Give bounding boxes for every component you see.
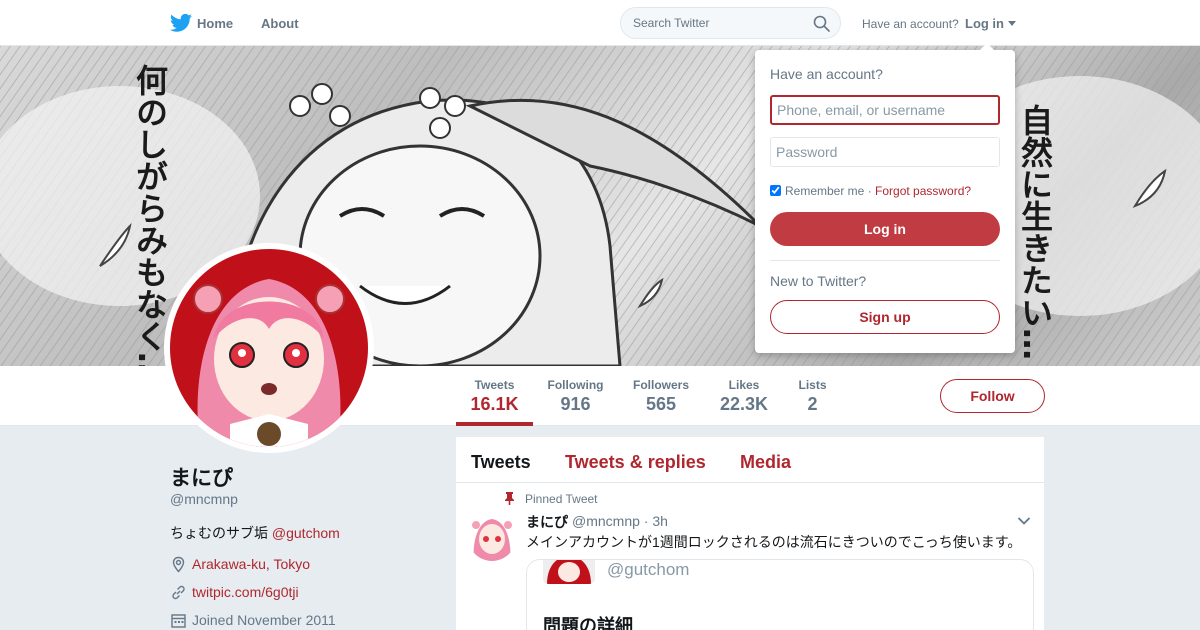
search-box[interactable] (620, 7, 841, 39)
stat-likes[interactable]: Likes 22.3K (714, 378, 774, 415)
quote-title: 問題の詳細 (543, 616, 633, 630)
forgot-password-link[interactable]: Forgot password? (875, 184, 971, 198)
login-heading: Have an account? (770, 66, 883, 82)
tweet-handle-time[interactable]: @mncmnp · 3h (572, 513, 668, 529)
stat-label: Likes (728, 378, 760, 392)
twitter-bird-icon[interactable] (170, 13, 192, 33)
login-dropdown: Have an account? Remember me · Forgot pa… (755, 43, 1015, 353)
tweet-text: メインアカウントが1週間ロックされるのは流石にきついのでこっち使います。 (526, 534, 1022, 550)
search-input[interactable] (633, 16, 803, 30)
caret-down-icon[interactable] (1008, 21, 1016, 26)
profile-handle[interactable]: @mncmnp (170, 491, 238, 507)
stat-label: Lists (798, 378, 827, 392)
nav-home-link[interactable]: Home (197, 16, 233, 31)
stat-tweets[interactable]: Tweets 16.1K (456, 378, 533, 415)
quoted-tweet-card[interactable]: @gutchom 問題の詳細 (526, 559, 1034, 630)
quote-thumbnail (543, 560, 595, 584)
remember-me-label[interactable]: Remember me (785, 184, 864, 198)
login-dropdown-toggle[interactable]: Log in (965, 16, 1004, 31)
signup-button[interactable]: Sign up (770, 300, 1000, 334)
tab-tweets-replies[interactable]: Tweets & replies (565, 452, 706, 473)
password-field[interactable] (770, 137, 1000, 167)
tweet-author-name[interactable]: まにぴ (526, 512, 568, 532)
remember-me-row: Remember me · Forgot password? (770, 184, 971, 198)
location-text[interactable]: Arakawa-ku, Tokyo (192, 556, 310, 572)
follow-button[interactable]: Follow (940, 379, 1045, 413)
calendar-icon (171, 614, 186, 628)
profile-avatar[interactable] (164, 243, 374, 453)
bio-text: ちょむのサブ垢 (170, 525, 272, 541)
new-to-twitter-text: New to Twitter? (770, 273, 867, 289)
avatar-artwork (170, 249, 368, 447)
website-link[interactable]: twitpic.com/6g0tji (192, 584, 299, 600)
tab-tweets[interactable]: Tweets (471, 452, 531, 473)
active-tab-underline (456, 422, 533, 426)
stat-value: 16.1K (470, 394, 519, 414)
quote-handle: @gutchom (607, 560, 690, 579)
location-pin-icon (172, 556, 185, 573)
stat-followers[interactable]: Followers 565 (628, 378, 694, 415)
profile-name[interactable]: まにぴ (170, 462, 233, 492)
stat-value: 2 (807, 394, 818, 414)
timeline-tabs: Tweets Tweets & replies Media (456, 437, 1044, 483)
header-left-text: 何のしがらみもなく… (131, 64, 169, 366)
link-icon (172, 585, 185, 600)
bio-mention-link[interactable]: @gutchom (272, 525, 340, 541)
stat-label: Following (547, 378, 604, 392)
profile-bio: ちょむのサブ垢 @gutchom (170, 523, 340, 543)
top-navigation: Home About Have an account? Log in (0, 0, 1200, 46)
username-field[interactable] (770, 95, 1000, 125)
stat-value: 22.3K (719, 394, 769, 414)
nav-about-link[interactable]: About (261, 16, 299, 31)
stat-value: 565 (645, 394, 677, 414)
stat-label: Followers (632, 378, 689, 392)
header-right-text: 自然に生きたい… (1016, 104, 1054, 360)
stat-lists[interactable]: Lists 2 (794, 378, 831, 415)
pinned-tweet-label: Pinned Tweet (525, 492, 598, 506)
login-button[interactable]: Log in (770, 212, 1000, 246)
separator-dot: · (864, 184, 876, 198)
have-account-text: Have an account? (862, 17, 959, 31)
pin-icon (505, 492, 514, 505)
remember-me-checkbox[interactable] (770, 185, 781, 196)
timeline: Tweets Tweets & replies Media Pinned Twe… (456, 437, 1044, 630)
dropdown-arrow (980, 43, 994, 50)
search-icon[interactable] (813, 15, 830, 32)
divider (770, 260, 1000, 261)
joined-text: Joined November 2011 (192, 612, 336, 628)
chevron-down-icon[interactable] (1017, 516, 1031, 526)
stat-following[interactable]: Following 916 (543, 378, 608, 415)
tab-media[interactable]: Media (740, 452, 791, 473)
stat-value: 916 (560, 394, 591, 414)
tweet-avatar[interactable] (468, 513, 516, 561)
stat-label: Tweets (474, 378, 515, 392)
